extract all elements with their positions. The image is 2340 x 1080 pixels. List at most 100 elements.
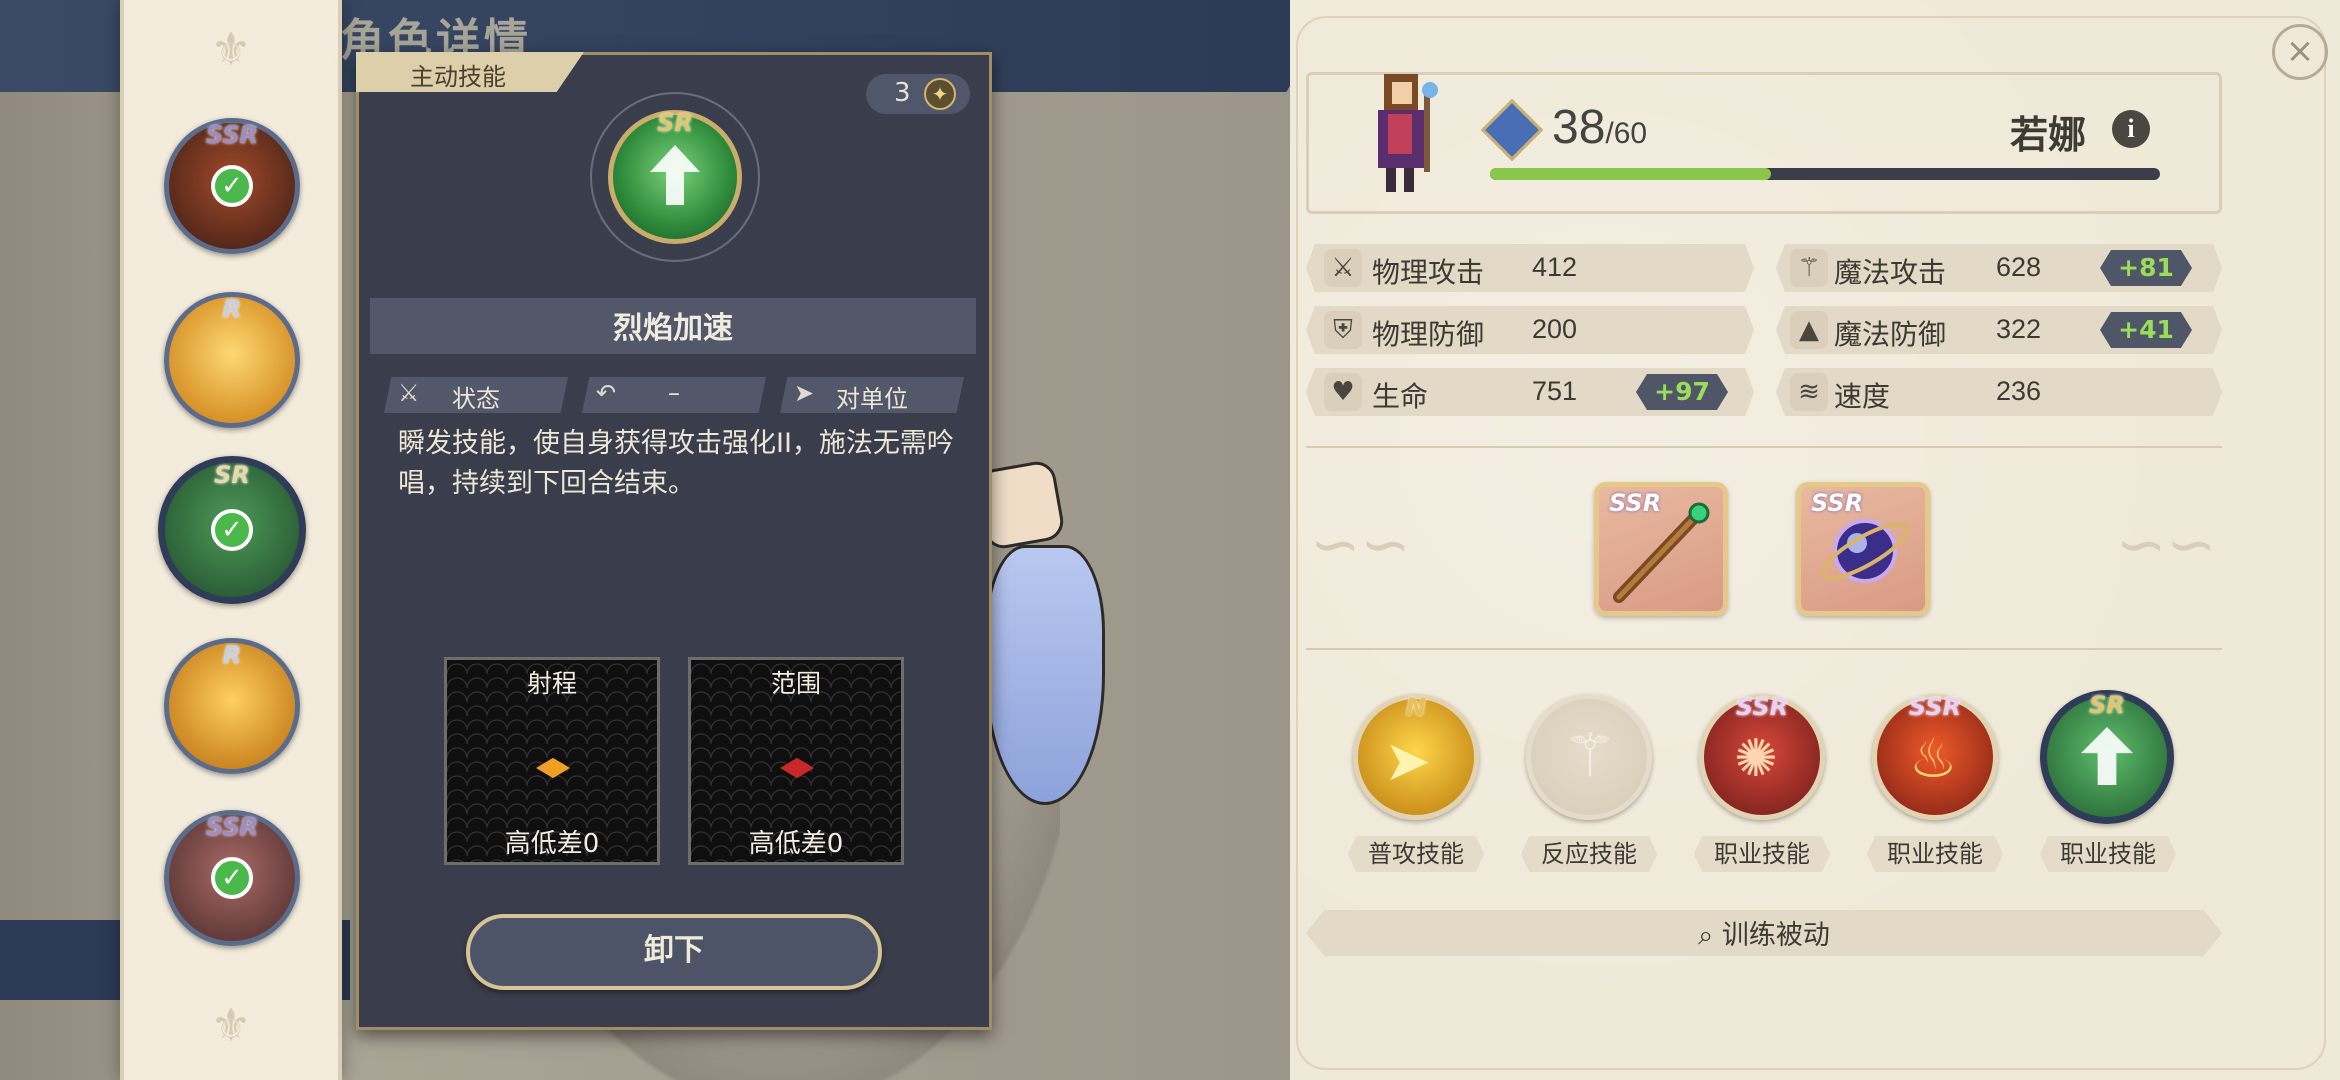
tag-label: 状态 — [452, 385, 500, 413]
stat-label: 魔法攻击 — [1834, 256, 1947, 289]
sidebar-skill-5[interactable]: SSR ✓ — [164, 810, 300, 946]
selected-skill-icon: SR — [608, 109, 742, 244]
xp-fill — [1490, 168, 1772, 180]
skill-description: 瞬发技能，使自身获得攻击强化II，施法无需吟唱，持续到下回合结束。 — [398, 428, 954, 499]
stat-value: 322 — [1996, 314, 2042, 344]
sidebar-skill-3[interactable]: SR ✓ — [158, 456, 306, 604]
skill-slot-label: 普攻技能 — [1348, 836, 1484, 872]
train-passive-text: 训练被动 — [1721, 920, 1830, 951]
rarity-label: SR — [214, 461, 250, 489]
stat-label: 生命 — [1372, 380, 1429, 413]
tag-curve: ↶ – — [582, 377, 766, 413]
count-value: 3 — [894, 78, 911, 108]
skill-slot-label: 反应技能 — [1521, 836, 1657, 872]
shield-icon: ⛨ — [1324, 311, 1362, 349]
character-sprite — [1378, 74, 1438, 192]
skill-slot-label: 职业技能 — [1867, 836, 2003, 872]
rarity-label: N — [1405, 693, 1427, 721]
stat-value: 628 — [1996, 252, 2042, 282]
star-icon: ✦ — [924, 78, 956, 110]
skill-sidebar[interactable]: ⚜ SSR ✓ R SR ✓ R SSR ✓ ⚜ — [120, 0, 342, 1080]
skill-slot-class-2[interactable]: SSR ♨ — [1872, 693, 1998, 820]
area-title: 范围 — [770, 669, 821, 698]
stat-bonus: +81 — [2100, 250, 2192, 286]
search-icon: ⌕ — [1698, 920, 1722, 951]
area-marker — [780, 757, 814, 779]
rarity-label: SSR — [1908, 693, 1962, 721]
swirl-ornament-icon: ∽∽ — [2116, 510, 2217, 580]
level-value: 38 — [1552, 101, 1606, 154]
rarity-label: R — [222, 295, 242, 323]
rarity-label: SR — [657, 109, 693, 137]
check-icon: ✓ — [211, 857, 253, 899]
divider — [1306, 648, 2222, 650]
rarity-label: SSR — [205, 121, 259, 149]
tag-target: ➤ 对单位 — [780, 377, 964, 413]
stat-label: 物理防御 — [1372, 318, 1485, 351]
info-icon[interactable]: i — [2112, 110, 2150, 148]
swirl-ornament-icon: ∽∽ — [1310, 510, 1411, 580]
range-height-diff: 高低差0 — [504, 829, 600, 859]
skill-count-badge: 3 ✦ — [866, 74, 970, 114]
wing-icon: ≋ — [1790, 373, 1828, 411]
rarity-label: SSR — [205, 813, 259, 841]
arrow-up-icon — [650, 145, 700, 205]
staff-icon: ⚚ — [1790, 249, 1828, 287]
range-title: 射程 — [526, 669, 577, 698]
tag-type: ⚔ 状态 — [384, 377, 568, 413]
skill-slot-label: 职业技能 — [2040, 836, 2176, 872]
sidebar-skill-1[interactable]: SSR ✓ — [164, 118, 300, 254]
skill-slot-reaction[interactable]: ⚚ — [1526, 694, 1652, 820]
skill-slot-normal[interactable]: N ➤ — [1353, 693, 1479, 820]
stat-label: 魔法防御 — [1834, 318, 1947, 351]
orb-icon — [1820, 519, 1910, 583]
skill-name: 烈焰加速 — [613, 311, 733, 346]
sword-icon: ⚔ — [1324, 249, 1362, 287]
fleur-ornament-icon: ⚜ — [210, 998, 252, 1052]
fleur-ornament-icon: ⚜ — [210, 22, 252, 76]
sidebar-skill-4[interactable]: R — [164, 638, 300, 774]
staff-icon: ⚚ — [1563, 721, 1617, 791]
close-button[interactable]: × — [2272, 24, 2328, 80]
xp-bar — [1490, 168, 2160, 180]
train-passive-label: ⌕ 训练被动 — [1306, 913, 2222, 952]
character-name: 若娜 — [2010, 113, 2087, 157]
divider — [1306, 446, 2222, 448]
slash-icon: ✺ — [1734, 729, 1778, 789]
arrow-right-icon: ➤ — [1384, 729, 1431, 794]
stat-value: 751 — [1532, 376, 1578, 406]
stat-value: 236 — [1996, 376, 2042, 406]
tag-label: – — [668, 379, 680, 407]
hat-icon: ▲ — [1790, 311, 1828, 349]
unequip-button[interactable]: 卸下 — [466, 914, 882, 990]
flame-icon: ♨ — [1909, 727, 1958, 790]
stat-value: 200 — [1532, 314, 1578, 344]
equipment-slot-orb[interactable]: SSR — [1796, 482, 1930, 616]
stat-value: 412 — [1532, 252, 1578, 282]
check-icon: ✓ — [211, 509, 253, 551]
stat-bonus: +41 — [2100, 312, 2192, 348]
stat-label: 物理攻击 — [1372, 256, 1485, 289]
range-marker — [536, 757, 570, 779]
heart-icon: ♥ — [1324, 373, 1362, 411]
tag-label: 对单位 — [836, 385, 908, 413]
rarity-label: R — [222, 641, 242, 669]
rarity-label: SR — [2089, 691, 2125, 719]
sidebar-skill-2[interactable]: R — [164, 292, 300, 428]
level-max: /60 — [1605, 117, 1648, 150]
area-grid: 范围 高低差0 — [688, 657, 904, 865]
arrow-up-icon — [2081, 727, 2133, 785]
character-sleeve — [985, 545, 1105, 805]
panel-tab-label: 主动技能 — [410, 63, 506, 91]
staff-icon — [1613, 502, 1710, 603]
area-height-diff: 高低差0 — [748, 829, 844, 859]
check-icon: ✓ — [211, 165, 253, 207]
stat-bonus: +97 — [1636, 374, 1728, 410]
range-grid: 射程 高低差0 — [444, 657, 660, 865]
equipment-slot-staff[interactable]: SSR — [1594, 482, 1728, 616]
skill-slot-class-1[interactable]: SSR ✺ — [1699, 693, 1825, 820]
character-level: 38/60 — [1552, 100, 1647, 155]
skill-slot-class-3[interactable]: SR — [2040, 690, 2174, 824]
stat-label: 速度 — [1834, 380, 1891, 413]
rarity-label: SSR — [1735, 693, 1789, 721]
